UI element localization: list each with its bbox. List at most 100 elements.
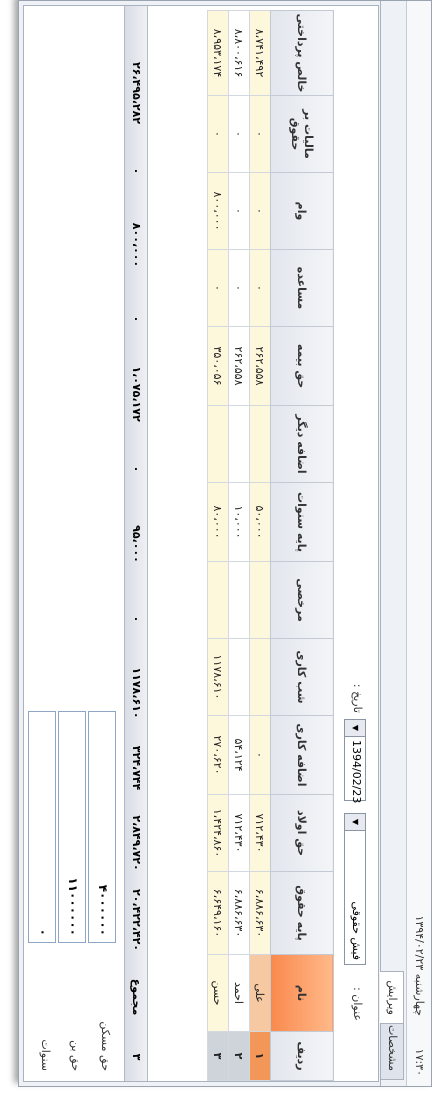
table-row[interactable]: ۲ احمد ۶،۸۸۶،۶۳۰ ۷۱۲،۴۳۰ ۵۴،۱۲۴ ۱۰،۰۰۰ ۲۶۲،۵۵۸…	[228, 10, 250, 1081]
clock: ۱۷:۳۰	[413, 1048, 426, 1076]
total-label: مجموع	[130, 978, 143, 1016]
seniority-label: سنوات	[39, 1039, 52, 1071]
cell-seniority-base[interactable]: ۵۰،۰۰۰	[249, 482, 271, 562]
cell-name[interactable]: احمد	[228, 954, 250, 1032]
cell-loan[interactable]: ۰	[249, 172, 271, 250]
cell-row[interactable]: ۳	[207, 1031, 229, 1081]
cell-seniority-base[interactable]: ۱۰،۰۰۰	[228, 482, 250, 562]
cell-other-additions[interactable]	[249, 405, 271, 483]
cell-advance[interactable]: ۰	[228, 249, 250, 327]
title-combo-value: فیش حقوقی	[350, 901, 363, 960]
title-bar: ۱۷:۳۰ چهارشنبه ۱۳۹۴/۰۲/۲۳	[406, 1, 431, 1086]
food-label: حق بن	[69, 1040, 82, 1071]
total-leave: ۰	[130, 615, 143, 623]
col-night-work[interactable]: شب کاری	[270, 638, 334, 716]
col-loan[interactable]: وام	[270, 172, 334, 250]
col-insurance[interactable]: حق بیمه	[270, 326, 334, 406]
cell-row[interactable]: ۲	[228, 1031, 250, 1081]
cell-net-pay[interactable]: ۸،۸۰۰،۶۱۶	[228, 10, 250, 96]
total-advance: ۰	[130, 315, 143, 323]
cell-insurance[interactable]: ۳۵۰،۰۵۶	[207, 326, 229, 406]
cell-name[interactable]: علی	[249, 954, 271, 1032]
cell-income-tax[interactable]: ۰	[207, 95, 229, 173]
table-row[interactable]: ۳ حسن ۶،۶۴۹،۱۶۰ ۱،۴۲۴،۸۶۰ ۲۷۰،۶۲۰ ۱۱۷۸،۶۱۰ ۸۰،…	[207, 10, 229, 1081]
cell-leave[interactable]	[207, 561, 229, 639]
col-income-tax[interactable]: مالیات بر حقوق	[270, 95, 334, 173]
cell-child-allowance[interactable]: ۷۱۲،۴۳۰	[249, 794, 271, 872]
total-insurance: ۱،۰۷۵،۱۷۲	[130, 366, 143, 422]
cell-income-tax[interactable]: ۰	[228, 95, 250, 173]
cell-night-work[interactable]	[228, 638, 250, 716]
total-loan: ۸۰۰،۰۰۰	[130, 222, 143, 268]
total-overtime: ۳۲۴،۷۴۴	[130, 745, 143, 791]
cell-night-work[interactable]	[249, 638, 271, 716]
payroll-window: ۱۷:۳۰ چهارشنبه ۱۳۹۴/۰۲/۲۳ مشخصات ویرایش …	[18, 0, 432, 1087]
total-tax: ۰	[130, 167, 143, 175]
col-base-salary[interactable]: پایه حقوق	[270, 871, 334, 955]
cell-child-allowance[interactable]: ۷۱۲،۴۳۰	[228, 794, 250, 872]
col-name[interactable]: نام	[270, 954, 334, 1032]
chevron-down-icon[interactable]: ▼	[345, 814, 365, 831]
total-seniority: ۹۵،۰۰۰	[130, 525, 143, 563]
tab-details[interactable]: مشخصات	[381, 1015, 404, 1080]
date-picker[interactable]: 1394/02/23 ▼	[344, 719, 366, 804]
total-night: ۱۱۷۸،۶۱۰	[130, 667, 143, 719]
col-advance[interactable]: مساعده	[270, 249, 334, 327]
payroll-table: ردیف نام پایه حقوق حق اولاد اضافه کاری ش…	[207, 10, 334, 1081]
chevron-down-icon[interactable]: ▼	[345, 720, 365, 737]
col-leave[interactable]: مرخصی	[270, 561, 334, 639]
cell-name[interactable]: حسن	[207, 954, 229, 1032]
tab-edit[interactable]: ویرایش	[380, 971, 404, 1024]
col-net-pay[interactable]: خالص پرداختی	[270, 10, 334, 96]
food-value: ۱۱۰۰۰۰۰۰	[66, 877, 80, 936]
cell-income-tax[interactable]: ۰	[249, 95, 271, 173]
cell-loan[interactable]: ۰	[228, 172, 250, 250]
housing-field[interactable]: ۴۰۰۰۰۰۰	[88, 711, 116, 943]
cell-other-additions[interactable]	[228, 405, 250, 483]
title-combo[interactable]: فیش حقوقی ▼	[344, 813, 366, 965]
cell-overtime[interactable]: ۵۴،۱۲۴	[228, 715, 250, 795]
cell-base-salary[interactable]: ۶،۸۸۶،۶۳۰	[228, 871, 250, 955]
cell-other-additions[interactable]	[207, 405, 229, 483]
cell-overtime[interactable]: ۰	[249, 715, 271, 795]
cell-net-pay[interactable]: ۸،۷۴۱،۴۹۲	[249, 10, 271, 96]
cell-overtime[interactable]: ۲۷۰،۶۲۰	[207, 715, 229, 795]
title-label: عنوان :	[351, 987, 364, 1021]
cell-night-work[interactable]: ۱۱۷۸،۶۱۰	[207, 638, 229, 716]
cell-insurance[interactable]: ۲۶۲،۵۵۸	[249, 326, 271, 406]
table-row[interactable]: ۱ علی ۶،۸۸۶،۶۳۰ ۷۱۲،۴۳۰ ۰ ۵۰،۰۰۰ ۲۶۲،۵۵۸ ۰ ۰ ۰ ۸،۷…	[249, 10, 271, 1081]
cell-base-salary[interactable]: ۶،۸۸۶،۶۳۰	[249, 871, 271, 955]
table-body: ۱ علی ۶،۸۸۶،۶۳۰ ۷۱۲،۴۳۰ ۰ ۵۰،۰۰۰ ۲۶۲،۵۵۸ ۰ ۰ ۰ ۸،۷…	[207, 10, 271, 1081]
cell-leave[interactable]	[249, 561, 271, 639]
total-children: ۲،۸۴۹،۷۲۰	[130, 815, 143, 871]
total-net: ۲۶،۴۹۵،۲۸۲	[130, 61, 143, 125]
col-child-allowance[interactable]: حق اولاد	[270, 794, 334, 872]
cell-loan[interactable]: ۸۰۰،۰۰۰	[207, 172, 229, 250]
housing-label: حق مسکن	[99, 1021, 112, 1071]
seniority-field[interactable]: ۰	[28, 711, 56, 943]
cell-leave[interactable]	[228, 561, 250, 639]
cell-advance[interactable]: ۰	[249, 249, 271, 327]
stage: ۱۷:۳۰ چهارشنبه ۱۳۹۴/۰۲/۲۳ مشخصات ویرایش …	[0, 0, 432, 1095]
content-panel: عنوان : فیش حقوقی ▼ 1394/02/23 ▼ تاریخ :…	[23, 5, 379, 1082]
col-seniority-base[interactable]: پایه سنوات	[270, 482, 334, 562]
date-value: 1394/02/23	[350, 740, 363, 804]
col-other-additions[interactable]: اضافه دیگر	[270, 405, 334, 483]
totals-row: ۳ مجموع ۲۰،۴۲۲،۴۲۰ ۲،۸۴۹،۷۲۰ ۳۲۴،۷۴۴ ۱۱۷…	[124, 6, 148, 1081]
table-header-row: ردیف نام پایه حقوق حق اولاد اضافه کاری ش…	[270, 10, 334, 1081]
cell-seniority-base[interactable]: ۸۰،۰۰۰	[207, 482, 229, 562]
cell-row[interactable]: ۱	[249, 1031, 271, 1081]
housing-value: ۴۰۰۰۰۰۰	[96, 884, 110, 936]
cell-advance[interactable]: ۰	[207, 249, 229, 327]
col-overtime[interactable]: اضافه کاری	[270, 715, 334, 795]
cell-net-pay[interactable]: ۸،۹۵۳،۱۷۴	[207, 10, 229, 96]
cell-base-salary[interactable]: ۶،۶۴۹،۱۶۰	[207, 871, 229, 955]
seniority-value: ۰	[36, 928, 50, 936]
col-row[interactable]: ردیف	[270, 1031, 334, 1081]
current-date: چهارشنبه ۱۳۹۴/۰۲/۲۳	[413, 915, 426, 1016]
food-field[interactable]: ۱۱۰۰۰۰۰۰	[58, 711, 86, 943]
total-base: ۲۰،۴۲۲،۴۲۰	[130, 888, 143, 952]
cell-child-allowance[interactable]: ۱،۴۲۴،۸۶۰	[207, 794, 229, 872]
cell-insurance[interactable]: ۲۶۲،۵۵۸	[228, 326, 250, 406]
total-count: ۳	[130, 1053, 143, 1061]
